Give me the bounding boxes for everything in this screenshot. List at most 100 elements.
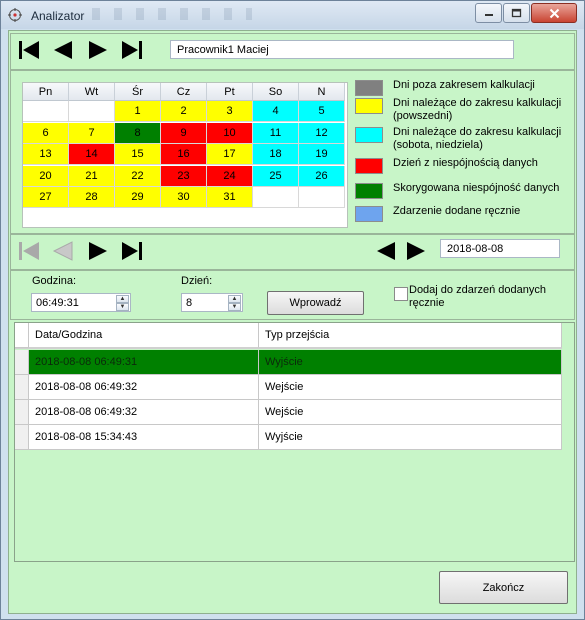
calendar-day-26[interactable]: 26 [299,165,345,187]
last-employee-button[interactable] [118,37,146,63]
next-date-button[interactable] [402,238,430,264]
time-up-arrow-icon[interactable]: ▲ [116,295,129,303]
calendar-day-15[interactable]: 15 [115,144,161,165]
maximize-button[interactable] [503,3,530,23]
minimize-button[interactable] [475,3,502,23]
calendar-day-9[interactable]: 9 [161,122,207,144]
submit-button[interactable]: Wprowadź [267,291,364,315]
day-up-arrow-icon[interactable]: ▲ [228,295,241,303]
row-header[interactable] [15,400,29,425]
calendar-weekday-header: Pn [23,83,69,101]
previous-icon [52,241,73,261]
finish-button[interactable]: Zakończ [439,571,568,604]
calendar-weekday-header: N [299,83,345,101]
date-field[interactable]: 2018-08-08 [440,239,560,258]
calendar-day-14[interactable]: 14 [69,144,115,165]
calendar-weekday-header: Wt [69,83,115,101]
table-cell-datetime[interactable]: 2018-08-08 06:49:31 [29,350,259,375]
calendar-day-1[interactable]: 1 [115,101,161,122]
table-cell-type[interactable]: Wejście [259,400,562,425]
first-icon [19,41,39,59]
first-employee-button[interactable] [15,37,43,63]
last-day-button[interactable] [118,238,146,264]
row-header[interactable] [15,375,29,400]
row-header[interactable] [15,425,29,450]
legend-label: Zdarzenie dodane ręcznie [393,205,521,217]
calendar-day-22[interactable]: 22 [115,165,161,187]
calendar-day-2[interactable]: 2 [161,101,207,122]
close-icon [549,8,559,18]
submit-button-label: Wprowadź [289,297,342,309]
table-cell-datetime[interactable]: 2018-08-08 15:34:43 [29,425,259,450]
table-cell-type[interactable]: Wejście [259,375,562,400]
last-icon [122,41,142,59]
calendar-day-23[interactable]: 23 [161,165,207,187]
employee-name-field[interactable]: Pracownik1 Maciej [170,40,514,59]
calendar-day-18[interactable]: 18 [253,144,299,165]
minimize-icon [484,14,493,16]
calendar-day-17[interactable]: 17 [207,144,253,165]
calendar-day-6[interactable]: 6 [23,122,69,144]
legend-swatch [355,183,383,199]
calendar-day-31[interactable]: 31 [207,187,253,208]
first-icon [19,242,39,260]
maximize-icon [511,8,522,18]
calendar-day-27[interactable]: 27 [23,187,69,208]
calendar-day-7[interactable]: 7 [69,122,115,144]
previous-day-button[interactable] [49,238,77,264]
calendar-day-19[interactable]: 19 [299,144,345,165]
calendar-day-12[interactable]: 12 [299,122,345,144]
day-input[interactable]: 8 ▲ ▼ [181,293,243,312]
legend-swatch [355,98,383,114]
calendar-weekday-header: Pt [207,83,253,101]
row-header[interactable] [15,350,29,375]
calendar-day-21[interactable]: 21 [69,165,115,187]
table-cell-type[interactable]: Wyjście [259,425,562,450]
manual-event-checkbox[interactable] [394,287,408,301]
calendar-day-13[interactable]: 13 [23,144,69,165]
calendar-day-5[interactable]: 5 [299,101,345,122]
next-day-button[interactable] [84,238,112,264]
calendar-day-4[interactable]: 4 [253,101,299,122]
next-employee-button[interactable] [84,37,112,63]
time-input-value: 06:49:31 [36,296,79,309]
previous-icon [54,41,72,59]
finish-button-label: Zakończ [482,581,525,594]
column-header[interactable]: Data/Godzina [29,323,259,348]
column-header[interactable]: Typ przejścia [259,323,562,348]
time-down-arrow-icon[interactable]: ▼ [116,303,129,311]
corner-header [15,323,29,348]
close-button[interactable] [531,3,577,23]
previous-date-button[interactable] [372,238,400,264]
calendar-day-25[interactable]: 25 [253,165,299,187]
table-cell-datetime[interactable]: 2018-08-08 06:49:32 [29,400,259,425]
calendar-day-24[interactable]: 24 [207,165,253,187]
legend-swatch [355,80,383,96]
next-icon [89,242,107,260]
calendar-day-29[interactable]: 29 [115,187,161,208]
table-cell-type[interactable]: Wyjście [259,350,562,375]
legend-label: Dni należące do zakresu kalkulacji (pows… [393,97,562,122]
legend: Dni poza zakresem kalkulacji Dni należące… [355,78,567,228]
calendar-day-20[interactable]: 20 [23,165,69,187]
first-day-button[interactable] [15,238,43,264]
calendar-day-10[interactable]: 10 [207,122,253,144]
legend-label: Skorygowana niespójność danych [393,182,560,194]
calendar-empty-cell [299,187,345,208]
previous-employee-button[interactable] [49,37,77,63]
day-input-value: 8 [186,296,193,309]
calendar-day-11[interactable]: 11 [253,122,299,144]
day-down-arrow-icon[interactable]: ▼ [228,303,241,311]
title-bar-background-text [92,8,252,20]
table-cell-datetime[interactable]: 2018-08-08 06:49:32 [29,375,259,400]
time-input[interactable]: 06:49:31 ▲ ▼ [31,293,131,312]
calendar-day-3[interactable]: 3 [207,101,253,122]
next-icon [89,41,107,59]
day-label: Dzień: [181,275,213,287]
calendar-day-28[interactable]: 28 [69,187,115,208]
calendar-day-8[interactable]: 8 [115,122,161,144]
calendar-day-30[interactable]: 30 [161,187,207,208]
legend-swatch [355,127,383,143]
time-label: Godzina: [32,275,77,287]
calendar-day-16[interactable]: 16 [161,144,207,165]
